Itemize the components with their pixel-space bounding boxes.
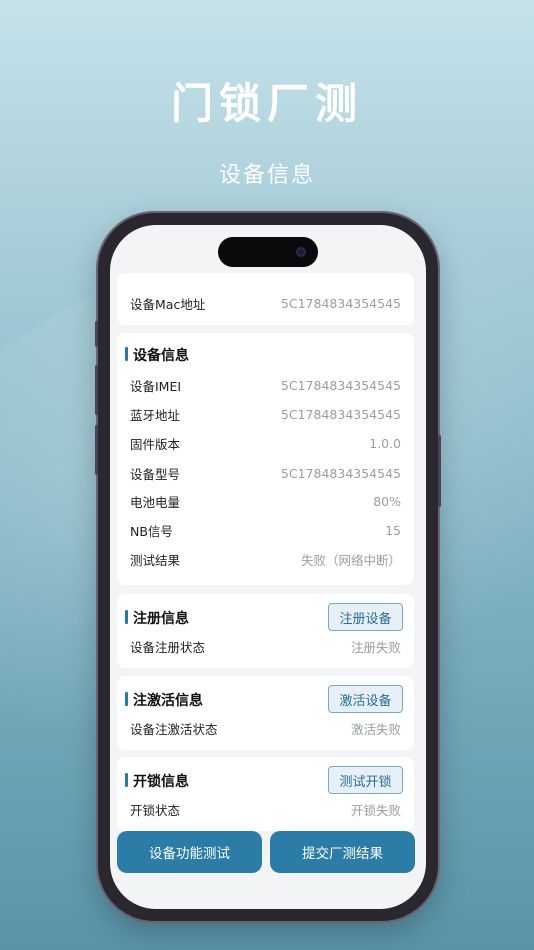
test-unlock-button[interactable]: 测试开锁 <box>328 766 403 794</box>
info-row: 测试结果 失败（网络中断） <box>130 549 401 569</box>
info-row-value: 1.0.0 <box>369 435 401 451</box>
info-row: 电池电量 80% <box>130 491 401 511</box>
info-row-value: 5C1784834354545 <box>280 465 401 481</box>
info-row: 设备IMEI 5C1784834354545 <box>130 375 401 395</box>
info-row: 蓝牙地址 5C1784834354545 <box>130 404 401 424</box>
hero-title: 门锁厂测 <box>170 79 363 128</box>
phone-frame: 设备Mac地址 5C1784834354545 设备信息 设备IMEI 5C17… <box>95 213 441 921</box>
phone-action-button <box>95 321 98 347</box>
mac-label: 设备Mac地址 <box>130 296 206 312</box>
info-row-label: 设备型号 <box>130 466 181 482</box>
info-row-label: 蓝牙地址 <box>130 407 181 423</box>
info-row-value: 80% <box>373 493 401 509</box>
unlock-status-row: 开锁状态 开锁失败 <box>130 799 401 819</box>
mac-value: 5C1784834354545 <box>280 295 401 311</box>
mac-row: 设备Mac地址 5C1784834354545 <box>130 293 401 313</box>
register-device-button[interactable]: 注册设备 <box>328 603 403 631</box>
phone-screen: 设备Mac地址 5C1784834354545 设备信息 设备IMEI 5C17… <box>110 225 426 909</box>
device-function-test-button[interactable]: 设备功能测试 <box>117 831 262 873</box>
info-row-label: 电池电量 <box>130 494 181 510</box>
activate-status-value: 激活失败 <box>350 721 401 737</box>
info-row: 固件版本 1.0.0 <box>130 433 401 453</box>
register-status-value: 注册失败 <box>350 639 401 655</box>
hero-subtitle: 设备信息 <box>218 163 315 188</box>
phone-volume-down <box>95 425 98 475</box>
phone-volume-up <box>95 365 98 415</box>
unlock-status-value: 开锁失败 <box>350 802 401 818</box>
activate-card: 注激活信息 激活设备 设备注激活状态 激活失败 <box>117 676 414 750</box>
activate-device-button[interactable]: 激活设备 <box>328 685 403 713</box>
info-row-label: 设备IMEI <box>130 378 182 394</box>
dynamic-island <box>218 237 318 267</box>
info-row-value: 5C1784834354545 <box>280 406 401 422</box>
info-row-label: 测试结果 <box>130 552 181 568</box>
activate-status-row: 设备注激活状态 激活失败 <box>130 718 401 738</box>
info-row-value: 失败（网络中断） <box>300 552 401 568</box>
unlock-status-label: 开锁状态 <box>130 802 181 818</box>
register-card: 注册信息 注册设备 设备注册状态 注册失败 <box>117 594 414 668</box>
register-status-label: 设备注册状态 <box>130 639 206 655</box>
activate-status-label: 设备注激活状态 <box>130 721 218 737</box>
info-row-label: 固件版本 <box>130 436 181 452</box>
info-row: 设备型号 5C1784834354545 <box>130 463 401 483</box>
unlock-card: 开锁信息 测试开锁 开锁状态 开锁失败 <box>117 757 414 831</box>
mac-card: 设备Mac地址 5C1784834354545 <box>117 273 414 325</box>
register-status-row: 设备注册状态 注册失败 <box>130 636 401 656</box>
device-info-card: 设备信息 设备IMEI 5C1784834354545 蓝牙地址 5C17848… <box>117 333 414 585</box>
info-row-value: 5C1784834354545 <box>280 377 401 393</box>
device-info-title: 设备信息 <box>125 345 189 365</box>
register-title: 注册信息 <box>125 608 189 628</box>
activate-title: 注激活信息 <box>125 690 203 710</box>
camera-icon <box>296 247 306 257</box>
info-row-value: 15 <box>385 522 401 538</box>
phone-power-button <box>438 435 441 507</box>
unlock-title: 开锁信息 <box>125 771 189 791</box>
info-row: NB信号 15 <box>130 520 401 540</box>
submit-test-result-button[interactable]: 提交厂测结果 <box>270 831 415 873</box>
info-row-label: NB信号 <box>130 523 173 539</box>
